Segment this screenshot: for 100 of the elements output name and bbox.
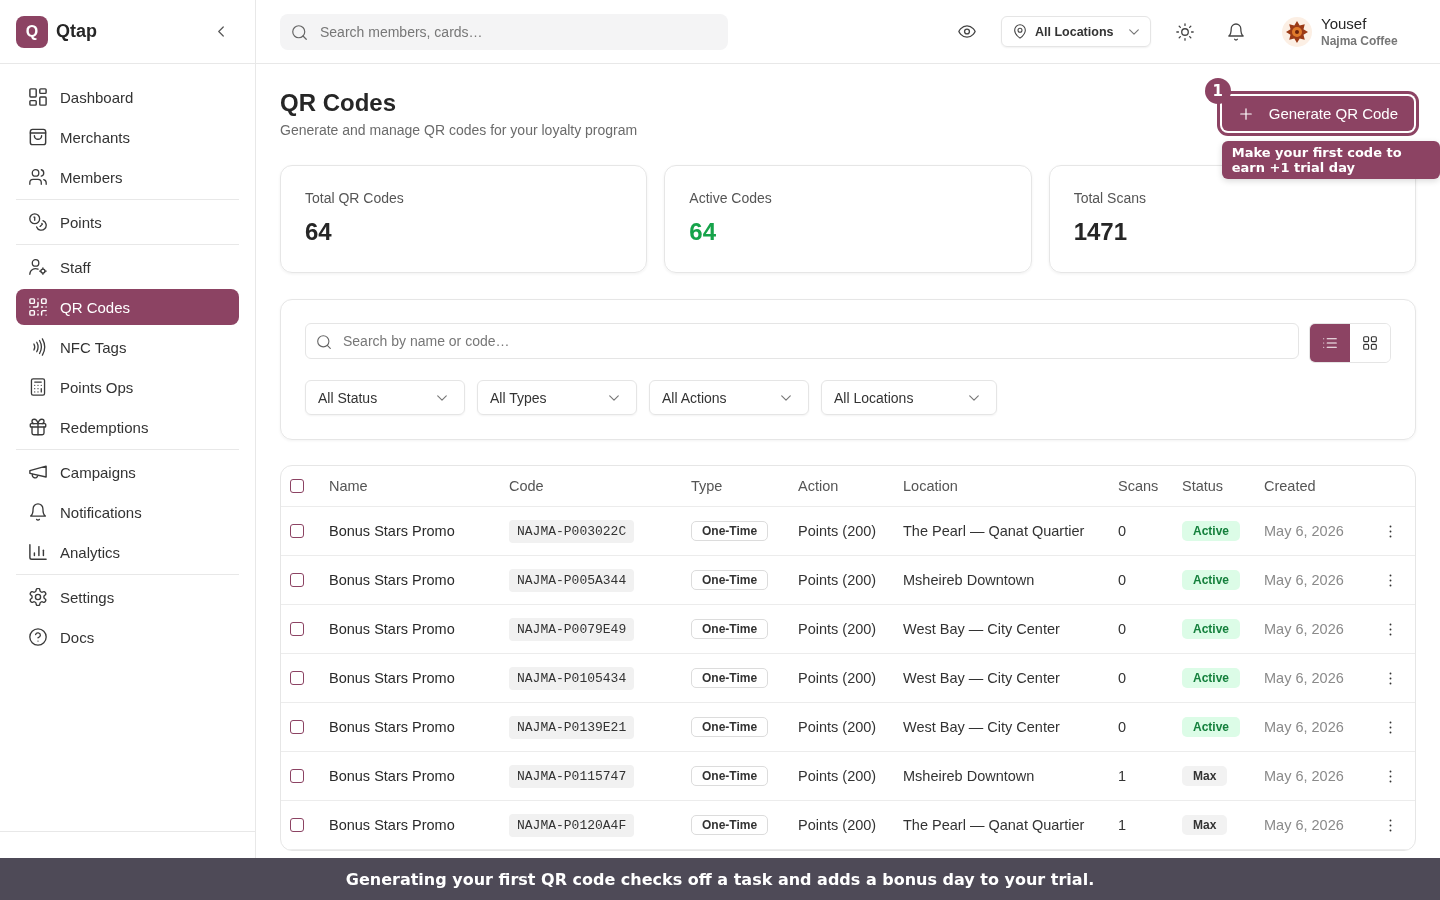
select-all-checkbox[interactable] — [290, 479, 304, 493]
search-icon — [292, 24, 307, 40]
filter-select[interactable]: All Status — [305, 380, 465, 415]
status-badge: Active — [1182, 521, 1241, 541]
map-pin-icon — [1014, 24, 1026, 39]
qr-name: Bonus Stars Promo — [329, 572, 455, 588]
nav-item[interactable]: Notifications — [16, 494, 239, 530]
created-date: May 6, 2026 — [1264, 670, 1344, 686]
scan-count: 0 — [1118, 523, 1127, 539]
chevron-left-icon[interactable] — [218, 26, 224, 37]
column-header: Created — [1264, 478, 1316, 494]
row-checkbox[interactable] — [290, 622, 304, 636]
status-badge: Active — [1182, 717, 1241, 737]
nav-item[interactable]: Analytics — [16, 534, 239, 570]
bag-icon — [29, 128, 47, 146]
search-icon — [317, 335, 331, 349]
more-icon[interactable] — [1389, 524, 1392, 538]
nav-item[interactable]: NFC Tags — [16, 329, 239, 365]
created-date: May 6, 2026 — [1264, 621, 1344, 637]
code-chip: NAJMA-P0079E49 — [509, 617, 635, 641]
code-chip: NAJMA-P0120A4F — [509, 813, 635, 837]
more-icon[interactable] — [1389, 720, 1392, 734]
users-icon — [29, 168, 47, 186]
more-icon[interactable] — [1389, 818, 1392, 832]
row-checkbox[interactable] — [290, 720, 304, 734]
filter-select[interactable]: All Types — [477, 380, 637, 415]
nav-item[interactable]: Points Ops — [16, 369, 239, 405]
status-badge: Max — [1182, 815, 1228, 835]
search-field[interactable]: Search members, cards… — [280, 13, 728, 50]
nav-item[interactable]: QR Codes — [16, 289, 239, 325]
nav-item[interactable]: Campaigns — [16, 454, 239, 490]
nav-item[interactable]: Merchants — [16, 119, 239, 155]
sun-icon[interactable] — [1176, 22, 1194, 41]
row-checkbox[interactable] — [290, 524, 304, 538]
filter-select[interactable]: All Locations — [821, 380, 997, 415]
nav-item[interactable]: Points — [16, 204, 239, 240]
location-text: West Bay — City Center — [903, 670, 1060, 686]
nav-item[interactable]: Redemptions — [16, 409, 239, 445]
status-badge: Max — [1182, 766, 1228, 786]
stat-value: 64 — [305, 217, 333, 247]
bell-icon[interactable] — [1228, 22, 1244, 41]
bar-chart-icon — [29, 543, 47, 561]
scan-count: 0 — [1118, 670, 1127, 686]
nav-item[interactable]: Staff — [16, 249, 239, 285]
type-badge: One-Time — [691, 766, 769, 786]
row-checkbox[interactable] — [290, 573, 304, 587]
location-text: West Bay — City Center — [903, 621, 1060, 637]
column-header: Status — [1182, 478, 1224, 494]
chevron-down-icon — [437, 394, 447, 401]
qr-name: Bonus Stars Promo — [329, 621, 455, 637]
stat-label: Active Codes — [689, 189, 773, 208]
code-chip: NAJMA-P005A344 — [509, 568, 635, 592]
location-select[interactable]: All Locations — [1001, 16, 1151, 47]
row-checkbox[interactable] — [290, 818, 304, 832]
stat-label: Total Scans — [1073, 189, 1148, 208]
scan-count: 1 — [1118, 768, 1127, 784]
flower-emblem-icon[interactable] — [1282, 16, 1312, 47]
column-header: Name — [329, 478, 368, 494]
column-header: Scans — [1118, 478, 1159, 494]
code-chip: NAJMA-P003022C — [509, 519, 635, 543]
created-date: May 6, 2026 — [1264, 572, 1344, 588]
scan-count: 0 — [1118, 621, 1127, 637]
calculator-icon — [29, 378, 47, 396]
chevron-down-icon — [781, 394, 791, 401]
row-checkbox[interactable] — [290, 769, 304, 783]
megaphone-icon — [29, 463, 47, 481]
nav-item[interactable]: Members — [16, 159, 239, 195]
more-icon[interactable] — [1389, 573, 1392, 587]
created-date: May 6, 2026 — [1264, 768, 1344, 784]
code-chip: NAJMA-P0115747 — [509, 764, 635, 788]
column-header: Location — [903, 478, 958, 494]
gift-icon — [29, 418, 47, 436]
type-badge: One-Time — [691, 619, 769, 639]
settings-icon — [29, 588, 47, 606]
location-text: Msheireb Downtown — [903, 768, 1035, 784]
nav-item[interactable]: Dashboard — [16, 79, 239, 115]
qr-name: Bonus Stars Promo — [329, 719, 455, 735]
type-badge: One-Time — [691, 521, 769, 541]
nav-item[interactable]: Settings — [16, 579, 239, 615]
filter-select[interactable]: All Actions — [649, 380, 809, 415]
logo-mark: Q — [16, 15, 48, 48]
eye-icon[interactable] — [958, 25, 976, 38]
stat-value: 64 — [689, 217, 718, 247]
stat-value: 1471 — [1073, 217, 1129, 247]
created-date: May 6, 2026 — [1264, 719, 1344, 735]
row-checkbox[interactable] — [290, 671, 304, 685]
plus-icon — [1239, 107, 1252, 120]
more-icon[interactable] — [1389, 769, 1392, 783]
code-chip: NAJMA-P0105434 — [509, 666, 635, 690]
nav-item[interactable]: Docs — [16, 619, 239, 655]
type-badge: One-Time — [691, 570, 769, 590]
search-field[interactable]: Search by name or code… — [305, 323, 1299, 359]
status-badge: Active — [1182, 570, 1241, 590]
more-icon[interactable] — [1389, 622, 1392, 636]
status-badge: Active — [1182, 668, 1241, 688]
help-icon — [29, 628, 47, 646]
more-icon[interactable] — [1389, 671, 1392, 685]
action-text: Points (200) — [798, 719, 877, 735]
chevron-down-icon — [969, 394, 979, 401]
status-badge: Active — [1182, 619, 1241, 639]
